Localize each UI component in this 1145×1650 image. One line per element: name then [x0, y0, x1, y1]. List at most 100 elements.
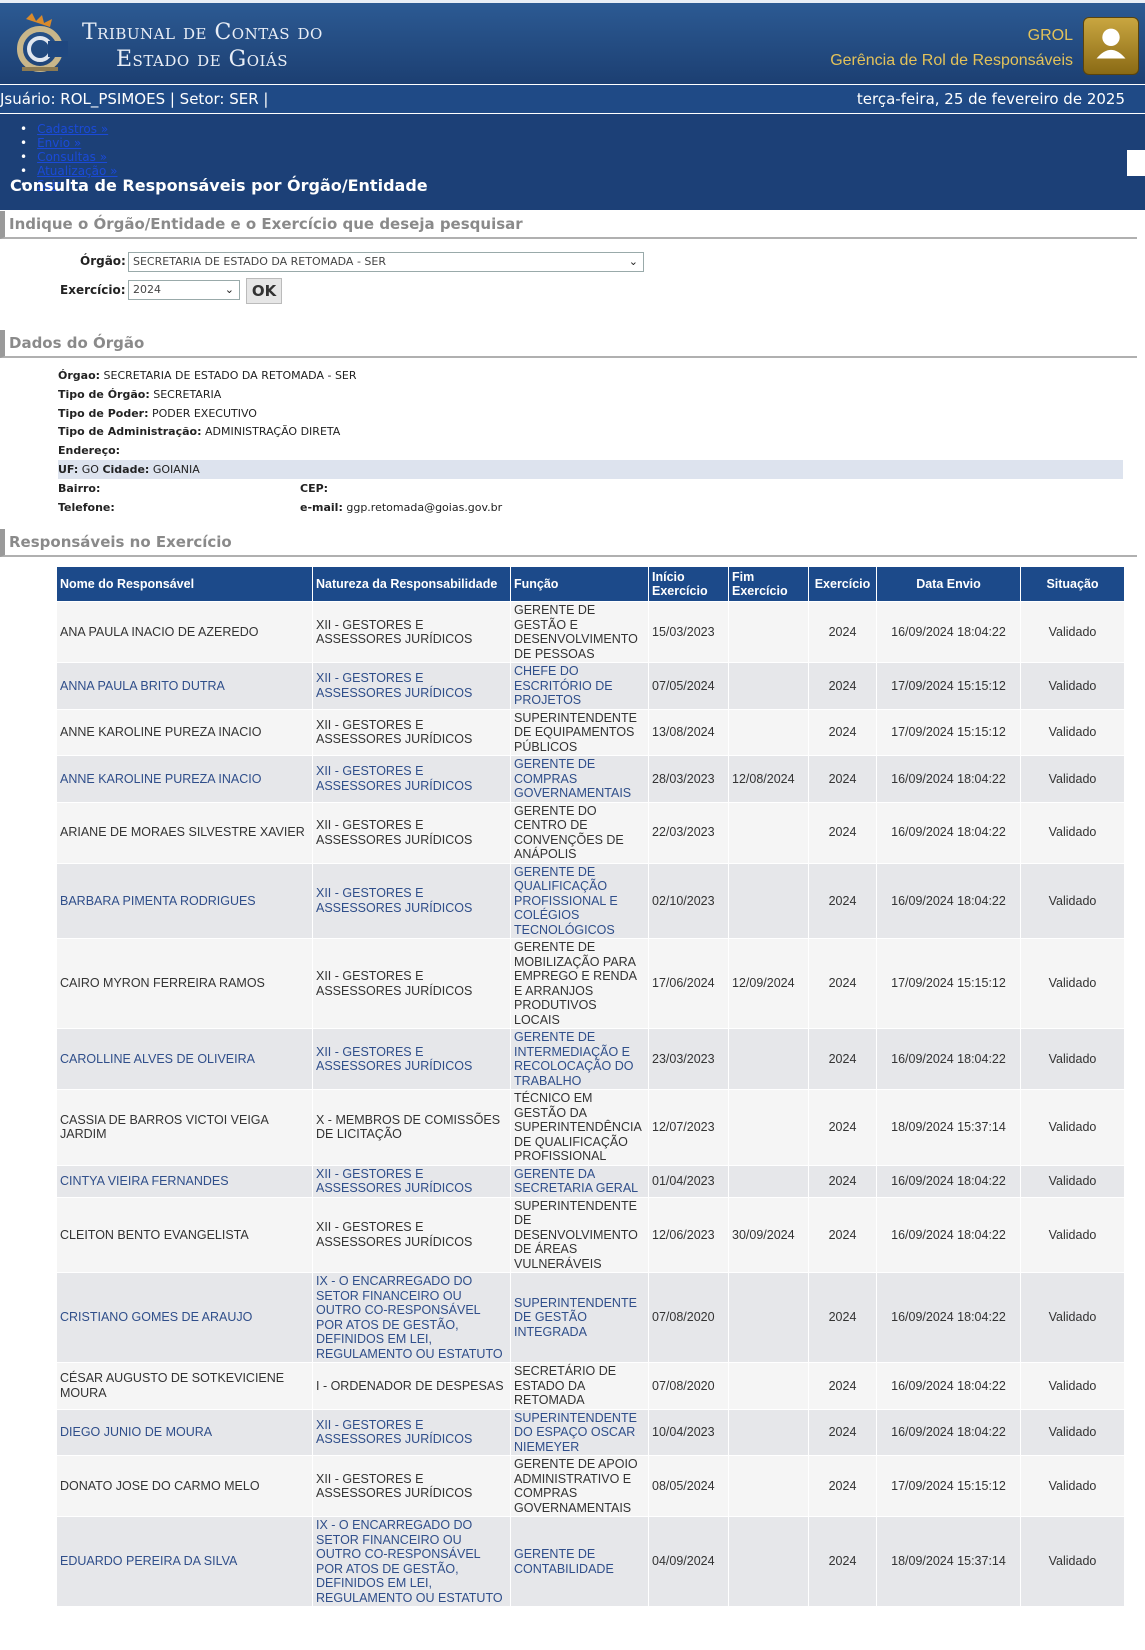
exercicio-cell: 2024: [808, 1516, 877, 1607]
table-body: ANA PAULA INACIO DE AZEREDO XII - GESTORE…: [56, 601, 1125, 1607]
cep-line: CEP:: [300, 480, 328, 498]
exercicio-cell: 2024: [808, 662, 877, 710]
inicio-cell: 15/03/2023: [648, 601, 729, 663]
menu-link-consultas[interactable]: Consultas »: [37, 150, 107, 164]
uf-value: GO: [81, 463, 99, 476]
fim-cell: [728, 1455, 809, 1517]
bairro-label: Bairro:: [58, 482, 101, 495]
fim-cell: [728, 1408, 809, 1456]
exercicio-cell: 2024: [808, 1196, 877, 1273]
tipo-poder-line: Tipo de Poder: PODER EXECUTIVO: [58, 405, 257, 423]
orgao-select[interactable]: SECRETARIA DE ESTADO DA RETOMADA - SER ⌄: [128, 252, 644, 272]
table-row: CÉSAR AUGUSTO DE SOTKEVICIENE MOURA I - O…: [56, 1362, 1125, 1410]
menu-link-cadastros[interactable]: Cadastros »: [37, 122, 108, 136]
endereco-label: Endereço:: [58, 444, 121, 457]
situacao-cell: Validado: [1020, 662, 1125, 710]
uf-label: UF:: [58, 463, 79, 476]
data-envio-cell: 16/09/2024 18:04:22: [876, 755, 1021, 803]
data-envio-cell: 16/09/2024 18:04:22: [876, 862, 1021, 939]
column-header: Situação: [1020, 566, 1125, 602]
user-sector-info: Jsuário: ROL_PSIMOES | Setor: SER |: [0, 90, 269, 108]
table-row: CAIRO MYRON FERREIRA RAMOS XII - GESTORES…: [56, 938, 1125, 1029]
natureza-cell: IX - O ENCARREGADO DO SETOR FINANCEIRO O…: [312, 1516, 511, 1607]
inicio-cell: 01/04/2023: [648, 1164, 729, 1198]
natureza-cell: XII - GESTORES E ASSESSORES JURÍDICOS: [312, 1028, 511, 1090]
exercicio-cell: 2024: [808, 601, 877, 663]
organization-title: Tribunal de Contas do Estado de Goiás: [82, 19, 323, 73]
natureza-cell: I - ORDENADOR DE DESPESAS: [312, 1362, 511, 1410]
situacao-cell: Validado: [1020, 1089, 1125, 1166]
menu-link-envio[interactable]: Envio »: [37, 136, 81, 150]
funcao-cell: GERENTE DE APOIO ADMINISTRATIVO E COMPRA…: [510, 1455, 649, 1517]
uf-cidade-line: UF: GO Cidade: GOIANIA: [58, 461, 200, 479]
fim-cell: [728, 1164, 809, 1198]
situacao-cell: Validado: [1020, 1028, 1125, 1090]
ok-button[interactable]: OK: [246, 278, 282, 304]
email-label: e-mail:: [300, 501, 343, 514]
table-header-row: Nome do Responsável Natureza da Responsa…: [56, 566, 1125, 602]
chevron-down-icon: ⌄: [628, 255, 638, 268]
tipo-admin-value: ADMINISTRAÇÃO DIRETA: [204, 425, 341, 438]
telefone-label: Telefone:: [58, 501, 115, 514]
funcao-cell: GERENTE DE GESTÃO E DESENVOLVIMENTO DE P…: [510, 601, 649, 663]
funcao-cell: SUPERINTENDENTE DE DESENVOLVIMENTO DE ÁR…: [510, 1196, 649, 1273]
tipo-poder-value: PODER EXECUTIVO: [151, 407, 257, 420]
column-header: Natureza da Responsabilidade: [312, 566, 511, 602]
funcao-cell: SUPERINTENDENTE DE GESTÃO INTEGRADA: [510, 1272, 649, 1363]
user-icon: [1096, 28, 1126, 59]
responsavel-name: CASSIA DE BARROS VICTOI VEIGA JARDIM: [56, 1089, 313, 1166]
table-row: CLEITON BENTO EVANGELISTA XII - GESTORES …: [56, 1196, 1125, 1273]
tipo-orgao-line: Tipo de Órgão: SECRETARIA: [58, 386, 221, 404]
fim-cell: [728, 1089, 809, 1166]
natureza-cell: XII - GESTORES E ASSESSORES JURÍDICOS: [312, 1164, 511, 1198]
table-row: ANA PAULA INACIO DE AZEREDO XII - GESTORE…: [56, 601, 1125, 663]
tipo-admin-label: Tipo de Administração:: [58, 425, 202, 438]
natureza-cell: XII - GESTORES E ASSESSORES JURÍDICOS: [312, 1196, 511, 1273]
natureza-cell: IX - O ENCARREGADO DO SETOR FINANCEIRO O…: [312, 1272, 511, 1363]
funcao-cell: GERENTE DE INTERMEDIAÇÃO E RECOLOCAÇÃO D…: [510, 1028, 649, 1090]
inicio-cell: 07/08/2020: [648, 1362, 729, 1410]
data-envio-cell: 16/09/2024 18:04:22: [876, 1196, 1021, 1273]
nav-notch: [1127, 150, 1145, 176]
tipo-admin-line: Tipo de Administração: ADMINISTRAÇÃO DIR…: [58, 423, 340, 441]
user-profile-button[interactable]: [1083, 17, 1139, 75]
page-title: Consulta de Responsáveis por Órgão/Entid…: [10, 176, 428, 195]
responsavel-name: CÉSAR AUGUSTO DE SOTKEVICIENE MOURA: [56, 1362, 313, 1410]
table-row: CASSIA DE BARROS VICTOI VEIGA JARDIM X - …: [56, 1089, 1125, 1166]
fim-cell: [728, 801, 809, 864]
inicio-cell: 08/05/2024: [648, 1455, 729, 1517]
funcao-cell: SUPERINTENDENTE DE EQUIPAMENTOS PÚBLICOS: [510, 708, 649, 756]
table-row: CRISTIANO GOMES DE ARAUJO IX - O ENCARREG…: [56, 1272, 1125, 1363]
email-line: e-mail: ggp.retomada@goias.gov.br: [300, 499, 502, 517]
data-envio-cell: 16/09/2024 18:04:22: [876, 1362, 1021, 1410]
highlight-band: [58, 460, 1123, 479]
table-row: CAROLLINE ALVES DE OLIVEIRA XII - GESTORE…: [56, 1028, 1125, 1090]
data-envio-cell: 17/09/2024 15:15:12: [876, 708, 1021, 756]
natureza-cell: XII - GESTORES E ASSESSORES JURÍDICOS: [312, 755, 511, 803]
situacao-cell: Validado: [1020, 1196, 1125, 1273]
email-value: ggp.retomada@goias.gov.br: [346, 501, 503, 514]
exercicio-cell: 2024: [808, 708, 877, 756]
responsavel-name: CAIRO MYRON FERREIRA RAMOS: [56, 938, 313, 1029]
inicio-cell: 17/06/2024: [648, 938, 729, 1029]
tipo-orgao-label: Tipo de Órgão:: [58, 388, 150, 401]
column-header: Data Envio: [876, 566, 1021, 602]
fim-cell: [728, 862, 809, 939]
situacao-cell: Validado: [1020, 708, 1125, 756]
endereco-line: Endereço:: [58, 442, 120, 460]
table-row: ARIANE DE MORAES SILVESTRE XAVIER XII - G…: [56, 801, 1125, 864]
fim-cell: [728, 601, 809, 663]
exercicio-select[interactable]: 2024 ⌄: [128, 280, 240, 300]
table-row: ANNE KAROLINE PUREZA INACIO XII - GESTORE…: [56, 755, 1125, 803]
exercicio-cell: 2024: [808, 1272, 877, 1363]
exercicio-cell: 2024: [808, 1408, 877, 1456]
funcao-cell: GERENTE DE MOBILIZAÇÃO PARA EMPREGO E RE…: [510, 938, 649, 1029]
tipo-orgao-value: SECRETARIA: [153, 388, 222, 401]
inicio-cell: 23/03/2023: [648, 1028, 729, 1090]
fim-cell: 30/09/2024: [728, 1196, 809, 1273]
telefone-line: Telefone:: [58, 499, 115, 517]
situacao-cell: Validado: [1020, 1516, 1125, 1607]
inicio-cell: 13/08/2024: [648, 708, 729, 756]
fim-cell: [728, 708, 809, 756]
orgao-select-value: SECRETARIA DE ESTADO DA RETOMADA - SER: [133, 255, 386, 268]
